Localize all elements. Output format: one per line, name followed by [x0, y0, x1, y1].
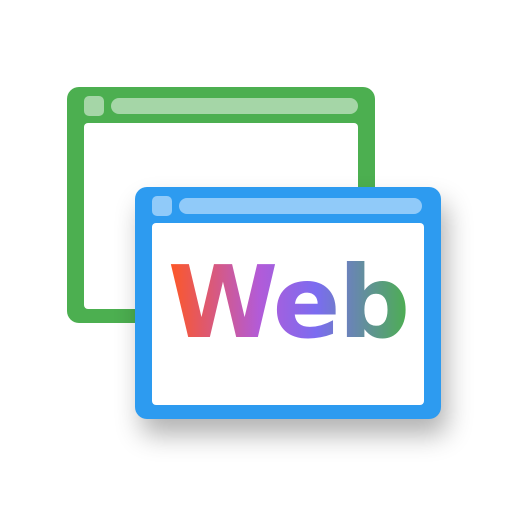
web-text: Web	[168, 244, 408, 361]
web-logo-icon: Web	[0, 0, 512, 512]
front-window-icon: Web	[135, 187, 441, 419]
web-wordmark: Web	[168, 244, 410, 361]
back-window-address-bar	[111, 98, 358, 114]
front-window-address-bar	[179, 198, 422, 214]
front-window-content: Web	[152, 223, 424, 405]
back-window-control-icon	[84, 96, 104, 116]
front-window-control-icon	[152, 196, 172, 216]
